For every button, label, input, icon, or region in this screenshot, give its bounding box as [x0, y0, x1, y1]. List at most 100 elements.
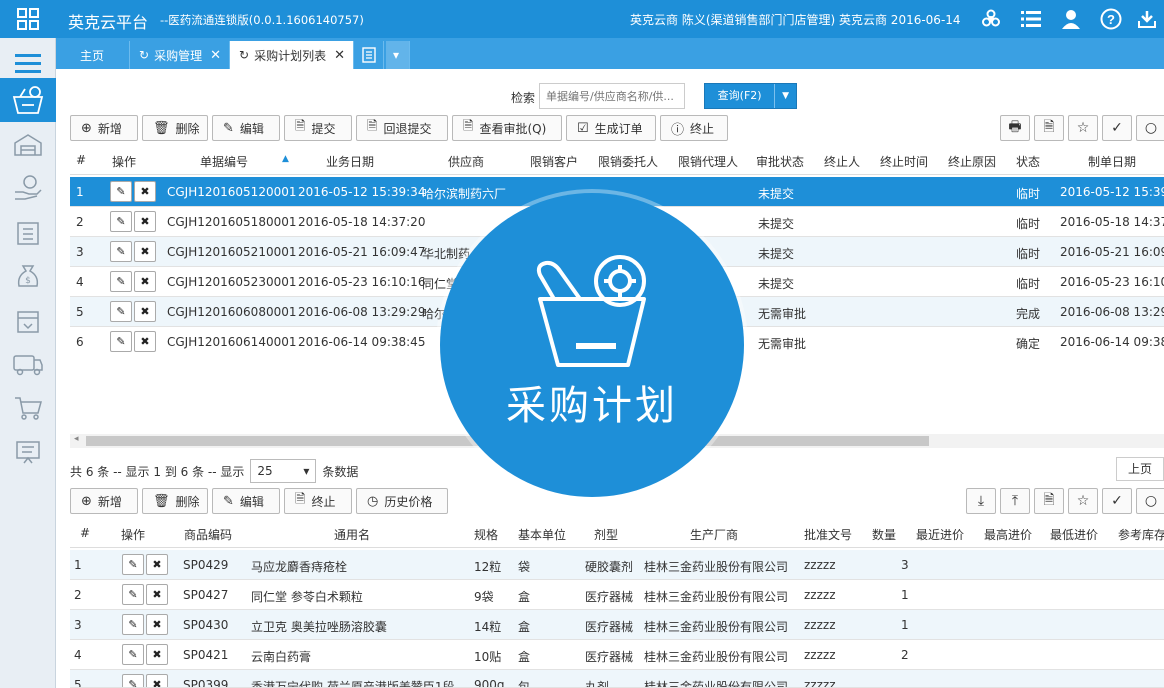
col-header[interactable]: 最高进价	[984, 526, 1032, 543]
terminate-button[interactable]: ⓘ 终止	[660, 115, 728, 141]
edit-row-icon[interactable]: ✎	[110, 211, 132, 232]
col-header[interactable]: 限销委托人	[598, 153, 658, 170]
delete-row-icon[interactable]: ✖	[146, 644, 168, 665]
biohazard-icon[interactable]	[972, 0, 1010, 38]
col-header[interactable]: 制单日期	[1088, 153, 1136, 170]
money-bag-icon[interactable]: $	[0, 254, 56, 298]
delete-row-icon[interactable]: ✖	[146, 584, 168, 605]
export-icon[interactable]: ⤒	[1000, 488, 1030, 514]
delete-row-icon[interactable]: ✖	[134, 211, 156, 232]
edit-row-icon[interactable]: ✎	[110, 271, 132, 292]
building-icon[interactable]	[0, 210, 56, 254]
col-header[interactable]: 状态	[1016, 153, 1040, 170]
edit-row-icon[interactable]: ✎	[122, 644, 144, 665]
tab-dropdown-icon[interactable]: ▾	[386, 41, 410, 69]
check-circle-icon[interactable]: ✓	[1102, 115, 1132, 141]
delete-detail-button[interactable]: 🗑 删除	[142, 488, 208, 514]
col-header[interactable]: 终止时间	[880, 153, 928, 170]
document-icon[interactable]: 🗎	[1034, 488, 1064, 514]
help-icon[interactable]: ?	[1092, 0, 1130, 38]
col-header[interactable]: 参考库存	[1118, 526, 1164, 543]
edit-row-icon[interactable]: ✎	[122, 614, 144, 635]
print-icon[interactable]: 🖶	[1000, 115, 1030, 141]
hand-coin-icon[interactable]	[0, 166, 56, 210]
edit-detail-button[interactable]: ✎ 编辑	[212, 488, 280, 514]
terminate-detail-button[interactable]: 🗎 终止	[284, 488, 352, 514]
circle-icon[interactable]: ○	[1136, 115, 1164, 141]
tab-home[interactable]: 主页	[56, 41, 130, 69]
col-header[interactable]: 商品编码	[184, 526, 232, 543]
edit-row-icon[interactable]: ✎	[110, 301, 132, 322]
tab-purchase-management[interactable]: ↻ 采购管理 ✕	[130, 41, 230, 69]
delete-row-icon[interactable]: ✖	[134, 301, 156, 322]
col-header[interactable]: 终止人	[824, 153, 860, 170]
sort-asc-icon[interactable]: ▲	[282, 154, 289, 164]
col-header[interactable]: 限销客户	[530, 153, 578, 170]
delete-row-icon[interactable]: ✖	[134, 181, 156, 202]
report-icon[interactable]	[0, 430, 56, 474]
table-row[interactable]: 3 ✎ ✖ SP0430 立卫克 奥美拉唑肠溶胶囊 14粒 盒 医疗器械 桂林三金…	[70, 610, 1164, 640]
col-header[interactable]: 审批状态	[756, 153, 804, 170]
col-header[interactable]: #	[76, 153, 86, 167]
col-header[interactable]: 限销代理人	[678, 153, 738, 170]
edit-row-icon[interactable]: ✎	[122, 554, 144, 575]
document-tab-icon[interactable]	[356, 41, 384, 69]
col-header[interactable]: 基本单位	[518, 526, 566, 543]
col-header[interactable]: 操作	[121, 526, 145, 543]
view-approval-button[interactable]: 🗎 查看审批(Q)	[452, 115, 562, 141]
rollback-submit-button[interactable]: 🗎 回退提交	[356, 115, 448, 141]
tab-purchase-plan-list[interactable]: ↻ 采购计划列表 ✕	[230, 41, 354, 69]
delete-row-icon[interactable]: ✖	[134, 271, 156, 292]
circle-icon[interactable]: ○	[1136, 488, 1164, 514]
shop-icon[interactable]	[0, 298, 56, 342]
list-icon[interactable]	[1012, 0, 1050, 38]
edit-row-icon[interactable]: ✎	[110, 331, 132, 352]
query-button[interactable]: 查询(F2) ▼	[704, 83, 797, 109]
truck-icon[interactable]	[0, 342, 56, 386]
star-icon[interactable]: ☆	[1068, 115, 1098, 141]
page-size-select[interactable]: 25 ▾	[250, 459, 317, 483]
col-header[interactable]: 剂型	[594, 526, 618, 543]
col-header[interactable]: 单据编号	[200, 153, 248, 170]
edit-row-icon[interactable]: ✎	[110, 181, 132, 202]
submit-button[interactable]: 🗎 提交	[284, 115, 352, 141]
edit-row-icon[interactable]: ✎	[122, 674, 144, 687]
col-header[interactable]: 批准文号	[804, 526, 852, 543]
table-row[interactable]: 1 ✎ ✖ SP0429 马应龙麝香痔疮栓 12粒 袋 硬胶囊剂 桂林三金药业股份…	[70, 550, 1164, 580]
prev-page-button[interactable]: 上页	[1116, 457, 1164, 481]
col-header[interactable]: 终止原因	[948, 153, 996, 170]
col-header[interactable]: 供应商	[448, 153, 484, 170]
scroll-left-icon[interactable]: ◂	[74, 434, 79, 444]
edit-row-icon[interactable]: ✎	[110, 241, 132, 262]
price-history-button[interactable]: ◷ 历史价格	[356, 488, 448, 514]
star-icon[interactable]: ☆	[1068, 488, 1098, 514]
table-row[interactable]: 5 ✎ ✖ SP0399 香港万宁代购 荷兰原产港版美赞臣1段 900g 包 丸剂…	[70, 670, 1164, 688]
col-header[interactable]: 操作	[112, 153, 136, 170]
delete-row-icon[interactable]: ✖	[134, 331, 156, 352]
apps-grid-icon[interactable]	[0, 0, 56, 38]
document-icon[interactable]: 🗎	[1034, 115, 1064, 141]
delete-row-icon[interactable]: ✖	[134, 241, 156, 262]
col-header[interactable]: 生产厂商	[690, 526, 738, 543]
edit-button[interactable]: ✎ 编辑	[212, 115, 280, 141]
check-circle-icon[interactable]: ✓	[1102, 488, 1132, 514]
delete-button[interactable]: 🗑 删除	[142, 115, 208, 141]
col-header[interactable]: 通用名	[334, 526, 370, 543]
sidebar-item-purchase[interactable]	[0, 78, 56, 122]
col-header[interactable]: #	[80, 526, 90, 540]
warehouse-icon[interactable]	[0, 122, 56, 166]
import-icon[interactable]: ⤓	[966, 488, 996, 514]
col-header[interactable]: 数量	[872, 526, 896, 543]
search-input[interactable]	[539, 83, 685, 109]
table-row[interactable]: 2 ✎ ✖ SP0427 同仁堂 参苓白术颗粒 9袋 盒 医疗器械 桂林三金药业股…	[70, 580, 1164, 610]
delete-row-icon[interactable]: ✖	[146, 614, 168, 635]
col-header[interactable]: 业务日期	[326, 153, 374, 170]
delete-row-icon[interactable]: ✖	[146, 674, 168, 687]
download-icon[interactable]	[1130, 0, 1164, 38]
user-icon[interactable]	[1052, 0, 1090, 38]
add-detail-button[interactable]: ⊕ 新增	[70, 488, 138, 514]
table-row[interactable]: 4 ✎ ✖ SP0421 云南白药膏 10贴 盒 医疗器械 桂林三金药业股份有限公…	[70, 640, 1164, 670]
col-header[interactable]: 最近进价	[916, 526, 964, 543]
chevron-down-icon[interactable]: ▼	[774, 84, 796, 108]
close-icon[interactable]: ✕	[210, 48, 221, 63]
